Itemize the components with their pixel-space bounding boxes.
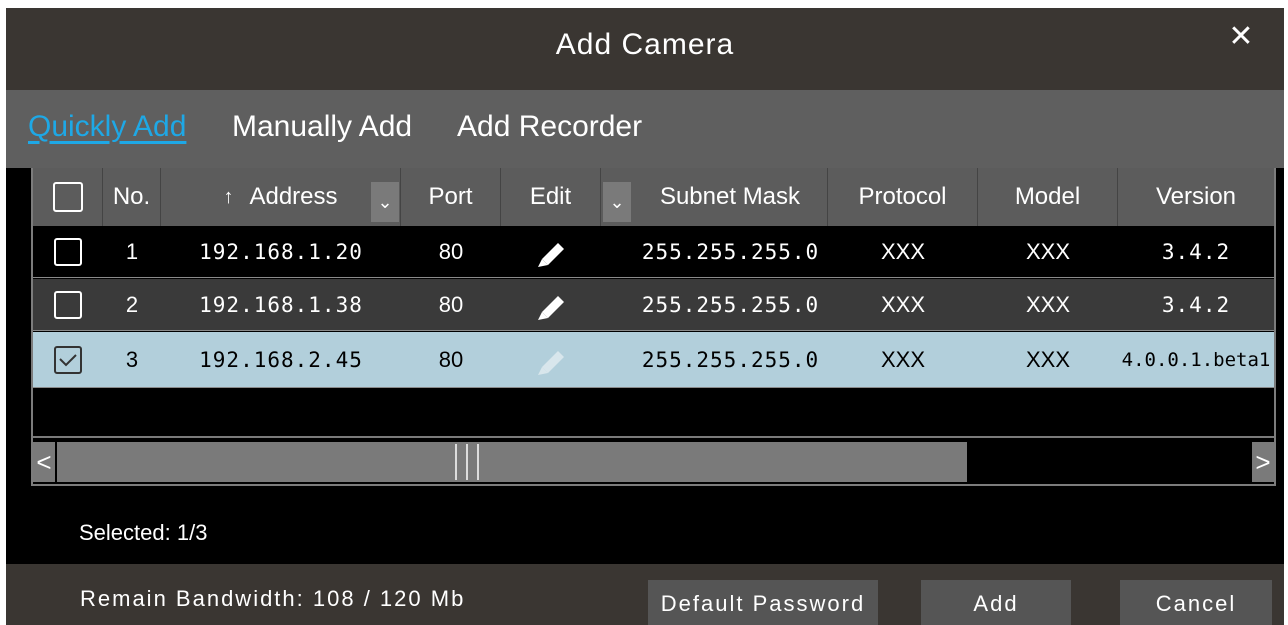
scroll-left-arrow-icon[interactable]: <: [33, 442, 55, 482]
row-subnet-mask: 255.255.255.0: [641, 348, 820, 372]
scrollbar-grip-icon: [455, 444, 479, 480]
add-button[interactable]: Add: [921, 580, 1071, 625]
tab-quickly-add[interactable]: Quickly Add: [28, 110, 186, 144]
row-protocol: XXX: [880, 347, 926, 372]
horizontal-scrollbar[interactable]: < >: [33, 440, 1274, 484]
row-version: 3.4.2: [1161, 240, 1231, 264]
row-no: 3: [125, 347, 139, 372]
select-all-checkbox[interactable]: [52, 182, 83, 212]
table-row[interactable]: 1 192.168.1.20 80 255.255.255.0 XXX XXX …: [33, 226, 1274, 278]
row-address: 192.168.1.20: [199, 240, 363, 264]
header-subnet-mask[interactable]: Subnet Mask: [633, 168, 828, 226]
row-model: XXX: [1025, 292, 1071, 317]
dialog-title: Add Camera: [555, 28, 735, 61]
header-version[interactable]: Version: [1118, 168, 1274, 226]
sort-up-arrow-icon: ↑: [223, 185, 234, 208]
row-no: 1: [125, 239, 139, 264]
header-no[interactable]: No.: [103, 168, 161, 226]
row-subnet-mask: 255.255.255.0: [641, 240, 820, 264]
row-checkbox[interactable]: [54, 238, 82, 266]
row-protocol: XXX: [880, 239, 926, 264]
row-checkbox[interactable]: [54, 291, 82, 319]
scrollbar-thumb[interactable]: [57, 442, 967, 482]
row-no: 2: [125, 292, 139, 317]
header-protocol[interactable]: Protocol: [828, 168, 978, 226]
header-select-all-cell: [33, 168, 103, 226]
table-row-selected[interactable]: 3 192.168.2.45 80 255.255.255.0 XXX XXX …: [33, 332, 1274, 388]
header-address[interactable]: ↑ Address: [161, 168, 401, 226]
edit-pencil-icon[interactable]: [534, 237, 568, 267]
footer-bar: Remain Bandwidth: 108 / 120 Mb Default P…: [6, 564, 1284, 625]
table-row[interactable]: 2 192.168.1.38 80 255.255.255.0 XXX XXX …: [33, 279, 1274, 331]
header-port[interactable]: Port: [401, 168, 501, 226]
row-address: 192.168.2.45: [199, 348, 363, 372]
close-icon[interactable]: ✕: [1228, 22, 1254, 52]
empty-table-area: [33, 392, 1274, 438]
tab-manually-add[interactable]: Manually Add: [232, 110, 412, 144]
default-password-button[interactable]: Default Password: [648, 580, 878, 625]
add-camera-dialog: Add Camera ✕ Quickly Add Manually Add Ad…: [6, 8, 1284, 625]
row-subnet-mask: 255.255.255.0: [641, 293, 820, 317]
scroll-right-arrow-icon[interactable]: >: [1252, 442, 1274, 482]
edit-pencil-icon[interactable]: [534, 290, 568, 320]
tab-add-recorder[interactable]: Add Recorder: [457, 110, 642, 144]
address-dropdown-chevron-icon[interactable]: ⌄: [371, 182, 399, 222]
header-edit[interactable]: Edit: [501, 168, 601, 226]
row-port: 80: [438, 292, 464, 317]
row-port: 80: [438, 239, 464, 264]
selected-count: Selected: 1/3: [79, 520, 208, 545]
row-protocol: XXX: [880, 292, 926, 317]
row-version: 4.0.0.1.beta1: [1121, 349, 1271, 371]
row-address: 192.168.1.38: [199, 293, 363, 317]
checkmark-icon: [59, 354, 77, 367]
cancel-button[interactable]: Cancel: [1120, 580, 1272, 625]
title-bar: Add Camera ✕: [6, 8, 1284, 90]
header-model[interactable]: Model: [978, 168, 1118, 226]
edit-pencil-icon[interactable]: [534, 345, 568, 375]
header-address-label: Address: [249, 183, 338, 210]
row-model: XXX: [1025, 347, 1071, 372]
table-header: No. ↑ Address ⌄ Port Edit ⌄ Subnet Mask …: [33, 168, 1274, 226]
edit-dropdown-chevron-icon[interactable]: ⌄: [603, 182, 631, 222]
row-checkbox-checked[interactable]: [54, 346, 82, 374]
row-model: XXX: [1025, 239, 1071, 264]
camera-table: No. ↑ Address ⌄ Port Edit ⌄ Subnet Mask …: [31, 168, 1276, 486]
row-version: 3.4.2: [1161, 293, 1231, 317]
row-port: 80: [438, 347, 464, 372]
remain-bandwidth: Remain Bandwidth: 108 / 120 Mb: [80, 586, 466, 611]
tab-bar: Quickly Add Manually Add Add Recorder: [6, 90, 1284, 168]
